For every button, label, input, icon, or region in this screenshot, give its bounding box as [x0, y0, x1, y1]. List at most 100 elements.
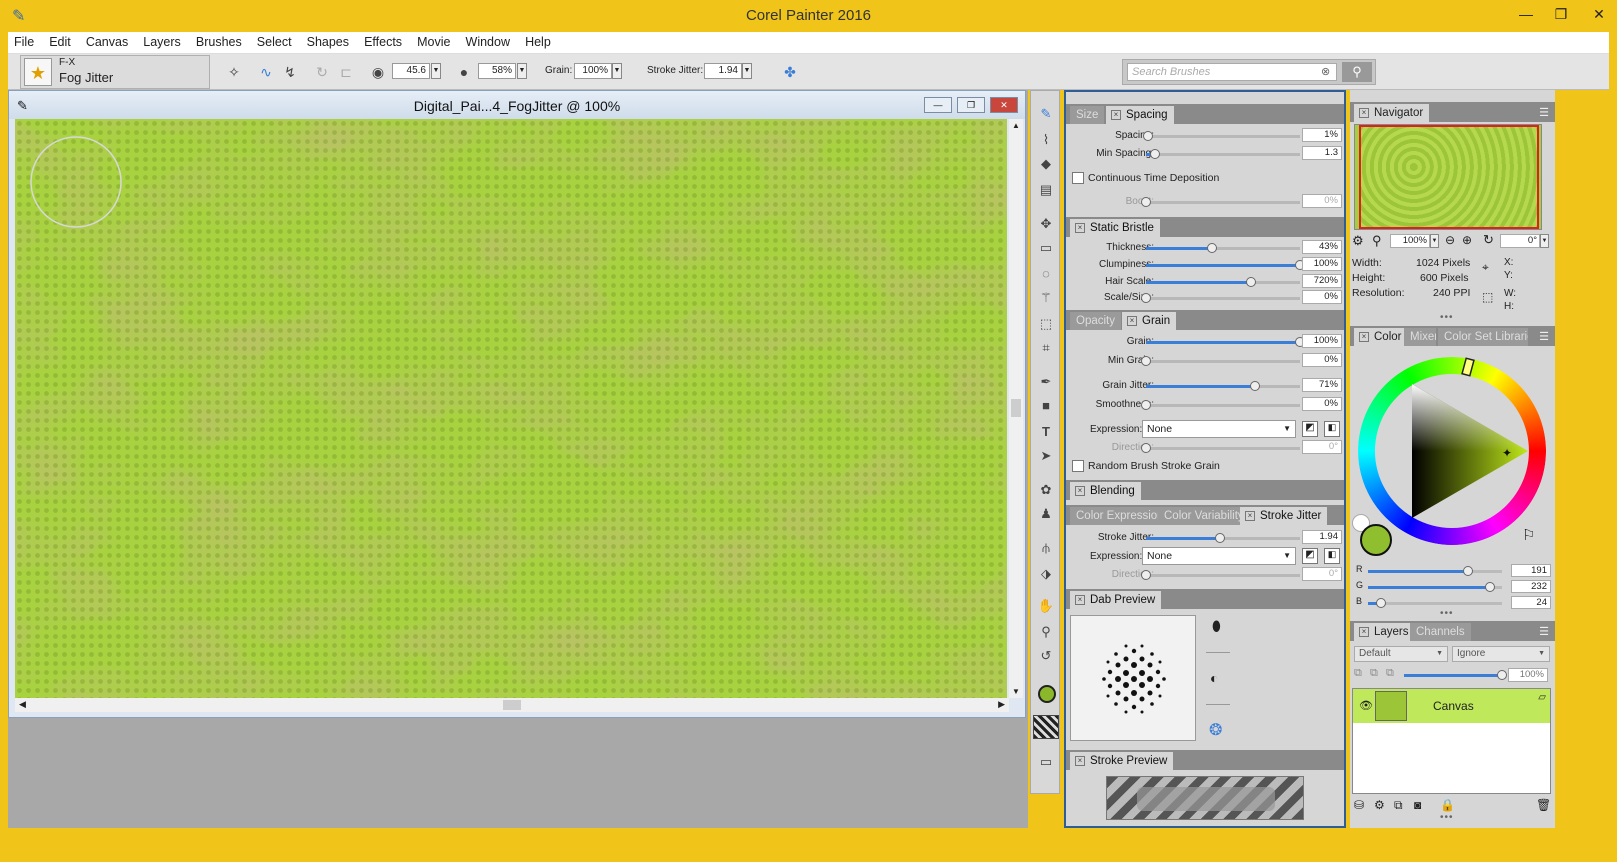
menu-window[interactable]: Window [460, 32, 516, 53]
layer-adjuster-icon[interactable]: ✥ [1035, 213, 1057, 235]
resize-grip-icon[interactable]: ••• [1440, 312, 1454, 323]
layer-opacity-value[interactable]: 100% [1508, 668, 1548, 682]
scroll-right-icon[interactable]: ▶ [998, 699, 1005, 710]
mirror-icon[interactable]: ⊏ [336, 62, 356, 82]
navigator-viewport[interactable] [1359, 125, 1539, 229]
smoothness-value[interactable]: 0% [1302, 397, 1342, 411]
trash-icon[interactable]: 🗑 [1536, 798, 1551, 812]
color-picker-stamp-icon[interactable]: ⚐ [1522, 526, 1535, 544]
grain-dropdown[interactable]: ▼ [612, 63, 622, 79]
rotation-dropdown[interactable]: ▼ [1540, 234, 1549, 248]
boost-value[interactable]: 0% [1302, 194, 1342, 208]
layer-commands-icon[interactable]: ⛁ [1354, 798, 1364, 812]
menu-shapes[interactable]: Shapes [301, 32, 355, 53]
maximize-button[interactable]: ❐ [1547, 4, 1575, 24]
spacing-value[interactable]: 1% [1302, 128, 1342, 142]
tab-navigator[interactable]: × Navigator [1354, 104, 1430, 122]
stroke-jitter-panel-value[interactable]: 1.94 [1302, 530, 1342, 544]
rectangle-shape-icon[interactable]: ■ [1035, 395, 1057, 417]
doc-close-button[interactable]: ✕ [990, 97, 1018, 113]
main-color-swatch[interactable] [1038, 685, 1056, 703]
menu-canvas[interactable]: Canvas [80, 32, 134, 53]
doc-restore-button[interactable]: ❐ [957, 97, 985, 113]
tab-opacity[interactable]: Opacity [1070, 312, 1121, 330]
shape-selection-icon[interactable]: ➤ [1035, 445, 1057, 467]
close-icon[interactable]: × [1111, 110, 1121, 120]
paper-selector-icon[interactable] [1033, 715, 1059, 739]
invert-expression-icon[interactable]: ◩ [1302, 548, 1318, 564]
min-spacing-slider[interactable] [1146, 149, 1300, 159]
tab-static-bristle[interactable]: × Static Bristle [1070, 219, 1160, 237]
resize-grip-icon[interactable]: ••• [1440, 812, 1454, 823]
lock-transparency-icon[interactable]: ⧉ [1354, 667, 1362, 680]
menu-file[interactable]: File [8, 32, 40, 53]
layer-mask-icon[interactable]: ◙ [1414, 798, 1421, 812]
dab-angle-icon[interactable]: ◐ [1210, 670, 1218, 686]
close-icon[interactable]: × [1075, 223, 1085, 233]
clumpiness-value[interactable]: 100% [1302, 257, 1342, 271]
close-icon[interactable]: × [1359, 108, 1369, 118]
painting-canvas[interactable] [15, 119, 1007, 698]
lasso-icon[interactable]: ◌ [1035, 263, 1057, 285]
random-grain-checkbox[interactable] [1072, 460, 1084, 472]
green-slider[interactable] [1368, 582, 1502, 592]
navigator-zoom-field[interactable]: 100% [1390, 234, 1430, 248]
blue-value[interactable]: 24 [1511, 596, 1551, 609]
grain-expression-select[interactable]: None ▼ [1142, 420, 1296, 438]
brush-jitter-icon[interactable]: ✤ [780, 62, 800, 82]
tab-dab-preview[interactable]: × Dab Preview [1070, 591, 1162, 609]
rectangular-selection-icon[interactable]: ▭ [1035, 237, 1057, 259]
dab-profile-icon[interactable]: ⬮ [1212, 618, 1221, 635]
close-icon[interactable]: × [1127, 316, 1137, 326]
preserve-layer-icon[interactable]: ⧉ [1386, 667, 1394, 680]
transform-tool-icon[interactable]: ⬗ [1035, 563, 1057, 585]
mirror-painting-icon[interactable]: ⫛ [1035, 537, 1057, 559]
tab-color-set-libraries[interactable]: Color Set Libraries [1438, 328, 1528, 346]
dynamic-plugins-icon[interactable]: ⚙ [1374, 798, 1385, 812]
close-icon[interactable]: × [1359, 332, 1369, 342]
red-slider[interactable] [1368, 566, 1502, 576]
tab-spacing[interactable]: × Spacing [1106, 106, 1174, 124]
tab-color-variability[interactable]: Color Variability [1158, 507, 1242, 525]
expression-settings-icon[interactable]: ◧ [1324, 548, 1340, 564]
navigator-thumbnail[interactable] [1354, 124, 1542, 230]
scale-size-slider[interactable] [1141, 293, 1300, 303]
composite-method-select[interactable]: Default ▼ [1354, 646, 1448, 662]
new-layer-icon[interactable]: ⧉ [1394, 798, 1403, 813]
screen-mode-icon[interactable]: ▭ [1035, 751, 1057, 773]
pen-tool-icon[interactable]: ✒ [1035, 371, 1057, 393]
grain-jitter-value[interactable]: 71% [1302, 378, 1342, 392]
resize-grip-icon[interactable]: ••• [1440, 608, 1454, 619]
close-icon[interactable]: × [1075, 756, 1085, 766]
min-grain-slider[interactable] [1141, 356, 1300, 366]
grain-slider[interactable] [1146, 337, 1305, 347]
boost-slider[interactable] [1141, 197, 1300, 207]
menu-movie[interactable]: Movie [411, 32, 456, 53]
tab-color-expression[interactable]: Color Expression [1070, 507, 1170, 525]
menu-select[interactable]: Select [251, 32, 298, 53]
scroll-down-icon[interactable]: ▼ [1012, 687, 1020, 696]
green-value[interactable]: 232 [1511, 580, 1551, 593]
search-input[interactable]: Search Brushes [1127, 63, 1337, 81]
invert-expression-icon[interactable]: ◩ [1302, 421, 1318, 437]
vertical-scroll-thumb[interactable] [1011, 399, 1021, 417]
grain-direction-slider[interactable] [1141, 443, 1300, 453]
text-tool-icon[interactable]: T [1035, 421, 1057, 443]
spacing-slider[interactable] [1142, 131, 1300, 141]
lock-icon[interactable]: 🔒 [1440, 798, 1455, 812]
clumpiness-slider[interactable] [1146, 260, 1305, 270]
scale-size-value[interactable]: 0% [1302, 290, 1342, 304]
horizontal-scrollbar[interactable]: ◀ ▶ [15, 698, 1009, 712]
min-grain-value[interactable]: 0% [1302, 353, 1342, 367]
size-dropdown[interactable]: ▼ [431, 63, 441, 79]
scroll-up-icon[interactable]: ▲ [1012, 121, 1020, 130]
zoom-in-icon[interactable]: ⊕ [1462, 233, 1472, 247]
size-field[interactable]: 45.6 [392, 63, 430, 79]
close-icon[interactable]: × [1075, 486, 1085, 496]
stroke-jitter-slider[interactable] [1146, 533, 1300, 543]
grain-direction-value[interactable]: 0° [1302, 440, 1342, 454]
composite-depth-select[interactable]: Ignore ▼ [1452, 646, 1550, 662]
hair-scale-slider[interactable] [1146, 277, 1300, 287]
menu-layers[interactable]: Layers [137, 32, 187, 53]
minimize-button[interactable]: — [1512, 4, 1540, 24]
